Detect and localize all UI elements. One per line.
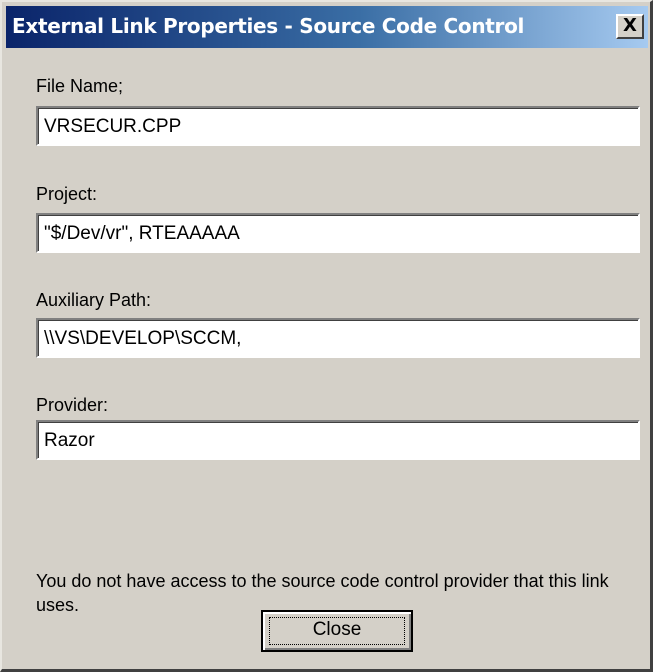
- provider-field[interactable]: Razor: [36, 420, 640, 460]
- provider-label: Provider:: [36, 395, 109, 415]
- title-bar[interactable]: External Link Properties - Source Code C…: [6, 6, 648, 48]
- project-field[interactable]: "$/Dev/vr", RTEAAAAA: [36, 213, 640, 253]
- close-button[interactable]: Close: [261, 610, 413, 652]
- project-label: Project:: [36, 184, 98, 204]
- dialog-window: External Link Properties - Source Code C…: [0, 0, 653, 672]
- window-title: External Link Properties - Source Code C…: [12, 14, 525, 38]
- close-glyph: X: [623, 15, 637, 36]
- auxiliary-path-label: Auxiliary Path:: [36, 290, 152, 310]
- close-icon[interactable]: X: [616, 14, 644, 39]
- file-name-label: File Name;: [36, 76, 124, 96]
- file-name-field[interactable]: VRSECUR.CPP: [36, 106, 640, 146]
- close-button-label: Close: [312, 619, 362, 640]
- auxiliary-path-field[interactable]: \\VS\DEVELOP\SCCM,: [36, 318, 640, 358]
